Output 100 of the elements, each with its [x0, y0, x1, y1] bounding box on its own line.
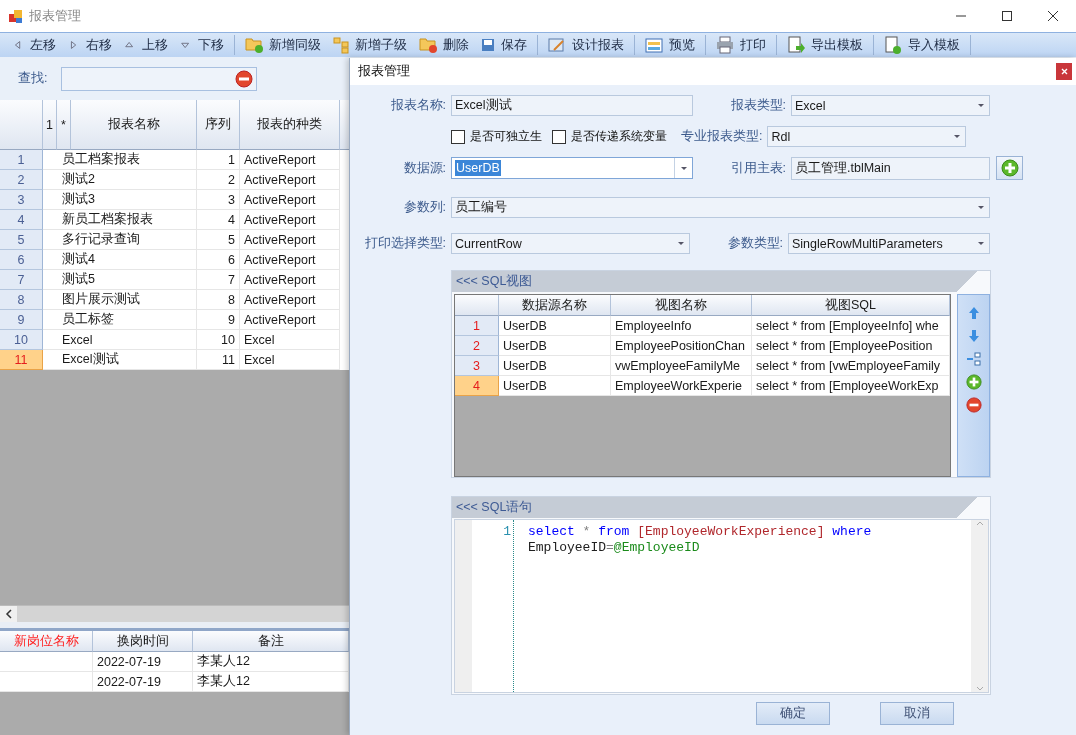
toolbar-button[interactable]: 打印	[710, 34, 772, 56]
table-cell: EmployeePositionChan	[611, 336, 752, 356]
toolbar-button[interactable]: 新增同级	[239, 34, 327, 56]
table-cell: Excel	[240, 350, 340, 370]
row-number[interactable]: 6	[0, 250, 43, 270]
save-icon	[481, 38, 495, 52]
toolbar-button[interactable]: 新增子级	[327, 34, 413, 56]
dropdown[interactable]: SingleRowMultiParameters	[788, 233, 990, 254]
column-header[interactable]: *	[57, 100, 71, 150]
table-cell: Excel	[240, 330, 340, 350]
dropdown[interactable]: Excel	[791, 95, 990, 116]
row-number[interactable]: 8	[0, 290, 43, 310]
scroll-left-button[interactable]	[0, 605, 17, 623]
table-cell: ActiveReport	[240, 290, 340, 310]
close-icon	[1048, 11, 1058, 21]
text-field[interactable]: 员工管理.tblMain	[791, 156, 990, 180]
column-header[interactable]: 数据源名称	[499, 295, 611, 316]
design-icon	[548, 37, 566, 53]
table-cell: 3	[197, 190, 240, 210]
table-cell: select * from [EmployeeWorkExp	[752, 376, 950, 396]
add-icon	[1000, 159, 1019, 177]
table-cell: 2	[197, 170, 240, 190]
toolbar-button[interactable]: 删除	[413, 34, 475, 56]
table-cell: 图片展示测试	[43, 290, 197, 310]
table-cell: 测试5	[43, 270, 197, 290]
column-header[interactable]: 视图名称	[611, 295, 752, 316]
toolbar-button[interactable]: 设计报表	[542, 34, 630, 56]
corner-header	[0, 100, 43, 150]
row-number[interactable]: 1	[0, 150, 43, 170]
code-text: select * from [EmployeeWorkExperience] where EmployeeID=@EmployeeID	[527, 523, 873, 557]
folder-remove-icon	[419, 36, 437, 54]
combo-box[interactable]: UserDB	[451, 157, 693, 179]
table-cell: 8	[197, 290, 240, 310]
search-label: 查找:	[18, 70, 48, 87]
table-cell: 测试4	[43, 250, 197, 270]
column-header[interactable]: 换岗时间	[93, 631, 193, 652]
down-arrow-icon	[966, 329, 981, 343]
field-label: 报表名称:	[389, 97, 447, 114]
table-cell: 新员工档案报表	[43, 210, 197, 230]
row-number[interactable]: 5	[0, 230, 43, 250]
table-cell: 5	[197, 230, 240, 250]
toolbar-button[interactable]: 导出模板	[781, 34, 869, 56]
toolbar-button[interactable]: 保存	[475, 34, 533, 56]
code-editor[interactable]: 1 select * from [EmployeeWorkExperience] where EmployeeID=@EmployeeID	[454, 519, 989, 693]
close-button[interactable]	[1056, 63, 1072, 80]
dropdown-caret-icon	[680, 166, 687, 170]
row-number[interactable]: 3	[0, 190, 43, 210]
clear-icon	[965, 397, 982, 413]
toolbar-button[interactable]: 下移	[174, 34, 230, 56]
checkbox[interactable]: 是否可独立生	[451, 128, 542, 145]
table-cell: UserDB	[499, 316, 611, 336]
toolbar-button[interactable]: 预览	[639, 34, 701, 56]
dropdown[interactable]: 员工编号	[451, 197, 990, 218]
column-header[interactable]: 备注	[193, 631, 349, 652]
dropdown[interactable]: CurrentRow	[451, 233, 690, 254]
table-cell: ActiveReport	[240, 270, 340, 290]
table-cell: vwEmployeeFamilyMe	[611, 356, 752, 376]
field-label: 专业报表类型:	[680, 128, 764, 145]
table-cell: 多行记录查询	[43, 230, 197, 250]
maximize-icon	[1002, 11, 1012, 21]
row-number[interactable]: 7	[0, 270, 43, 290]
table-cell: 员工标签	[43, 310, 197, 330]
table-cell: ActiveReport	[240, 170, 340, 190]
dropdown-caret-icon	[977, 104, 984, 107]
row-number[interactable]: 1	[455, 316, 499, 336]
toolbar-button[interactable]: 导入模板	[878, 34, 966, 56]
table-cell: 2022-07-19	[93, 652, 193, 672]
table-cell: select * from [EmployeeInfo] whe	[752, 316, 950, 336]
dialog-button[interactable]: 取消	[880, 702, 954, 725]
table-cell: ActiveReport	[240, 150, 340, 170]
column-header[interactable]: 1	[43, 100, 57, 150]
dialog-button[interactable]: 确定	[756, 702, 830, 725]
panel-title: <<< SQL视图	[456, 273, 533, 290]
table-cell: EmployeeInfo	[611, 316, 752, 336]
column-header[interactable]: 视图SQL	[752, 295, 950, 316]
dropdown[interactable]: Rdl	[767, 126, 967, 147]
scroll-up-icon	[975, 520, 984, 528]
row-number[interactable]: 4	[0, 210, 43, 230]
checkbox[interactable]: 是否传递系统变量	[552, 128, 667, 145]
row-number[interactable]: 2	[0, 170, 43, 190]
table-cell: 6	[197, 250, 240, 270]
add-button[interactable]	[996, 156, 1023, 180]
column-header[interactable]: 报表的种类	[240, 100, 340, 150]
toolbar-button[interactable]: 左移	[6, 34, 62, 56]
row-number[interactable]: 10	[0, 330, 43, 350]
table-cell: 4	[197, 210, 240, 230]
add-icon	[965, 374, 982, 390]
text-field[interactable]: Excel测试	[451, 95, 693, 116]
app-icon	[8, 8, 23, 24]
column-header[interactable]: 报表名称	[71, 100, 197, 150]
table-cell: 员工档案报表	[43, 150, 197, 170]
table-cell: 10	[197, 330, 240, 350]
toolbar-button[interactable]: 上移	[118, 34, 174, 56]
toolbar-button[interactable]: 右移	[62, 34, 118, 56]
column-header[interactable]: 序列	[197, 100, 240, 150]
search-field[interactable]	[61, 66, 258, 91]
row-number[interactable]: 9	[0, 310, 43, 330]
row-number[interactable]: 3	[455, 356, 499, 376]
table-cell: 2022-07-19	[93, 672, 193, 692]
row-number[interactable]: 2	[455, 336, 499, 356]
